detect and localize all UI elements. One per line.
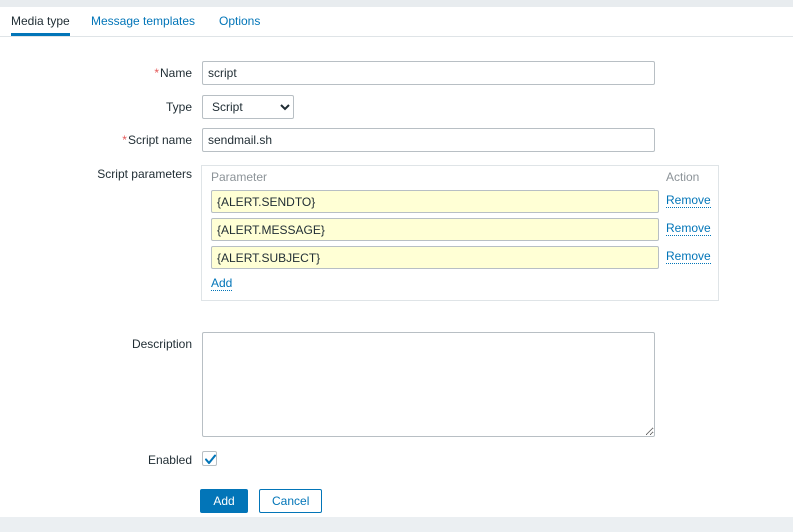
type-select[interactable]: Script: [202, 95, 294, 119]
script-parameters-label-text: Script parameters: [97, 167, 192, 181]
description-field-wrap: [202, 332, 655, 440]
tab-message-templates-label: Message templates: [91, 14, 196, 28]
type-field-wrap: Script: [202, 95, 294, 119]
description-textarea[interactable]: [202, 332, 655, 437]
remove-parameter-link-2[interactable]: Remove: [666, 221, 711, 236]
script-parameters-label: Script parameters: [22, 167, 192, 181]
submit-button[interactable]: Add: [200, 489, 248, 513]
column-header-parameter: Parameter: [211, 170, 268, 184]
enabled-label-text: Enabled: [147, 453, 192, 467]
script-parameter-input-1[interactable]: [211, 190, 659, 213]
tab-media-type[interactable]: Media type: [11, 7, 70, 36]
remove-parameter-link-3[interactable]: Remove: [666, 249, 711, 264]
tab-message-templates[interactable]: Message templates: [91, 7, 195, 36]
tab-options-label: Options: [219, 14, 261, 28]
name-label: *Name: [22, 66, 192, 80]
script-parameters-panel-wrap: Parameter Action Remove Remove Remove: [201, 165, 719, 301]
form-footer: Add Cancel: [200, 489, 323, 513]
enabled-label: Enabled: [22, 453, 192, 467]
description-label-text: Description: [131, 337, 192, 351]
enabled-field-wrap: [202, 451, 217, 466]
script-parameter-input-3[interactable]: [211, 246, 659, 269]
script-name-label: *Script name: [22, 133, 192, 147]
remove-parameter-link-1[interactable]: Remove: [666, 193, 711, 208]
script-parameters-header: Parameter Action: [202, 166, 718, 190]
enabled-checkbox[interactable]: [202, 451, 217, 466]
tab-options[interactable]: Options: [219, 7, 260, 36]
name-input[interactable]: [202, 61, 655, 85]
script-name-field-wrap: [202, 128, 655, 152]
tab-media-type-label: Media type: [11, 14, 70, 28]
top-strip: [0, 0, 793, 7]
required-marker-name: *: [154, 66, 159, 80]
script-name-input[interactable]: [202, 128, 655, 152]
table-row: Remove: [202, 246, 718, 274]
type-label: Type: [22, 100, 192, 114]
description-label: Description: [22, 337, 192, 351]
type-label-text: Type: [165, 100, 192, 114]
script-name-label-text: Script name: [127, 133, 192, 147]
name-field-wrap: [202, 61, 655, 85]
tab-bar: Media type Message templates Options: [0, 7, 793, 37]
media-type-form-page: Media type Message templates Options *Na…: [0, 0, 793, 532]
script-parameters-panel: Parameter Action Remove Remove Remove: [201, 165, 719, 301]
cancel-button[interactable]: Cancel: [259, 489, 323, 513]
check-icon: [204, 454, 217, 465]
form-card: Media type Message templates Options *Na…: [0, 7, 793, 517]
table-row: Remove: [202, 218, 718, 246]
required-marker-script-name: *: [122, 133, 127, 147]
column-header-action: Action: [666, 170, 700, 184]
script-parameter-input-2[interactable]: [211, 218, 659, 241]
add-parameter-row: Add: [202, 274, 718, 300]
add-parameter-link[interactable]: Add: [211, 276, 233, 291]
table-row: Remove: [202, 190, 718, 218]
name-label-text: Name: [159, 66, 192, 80]
